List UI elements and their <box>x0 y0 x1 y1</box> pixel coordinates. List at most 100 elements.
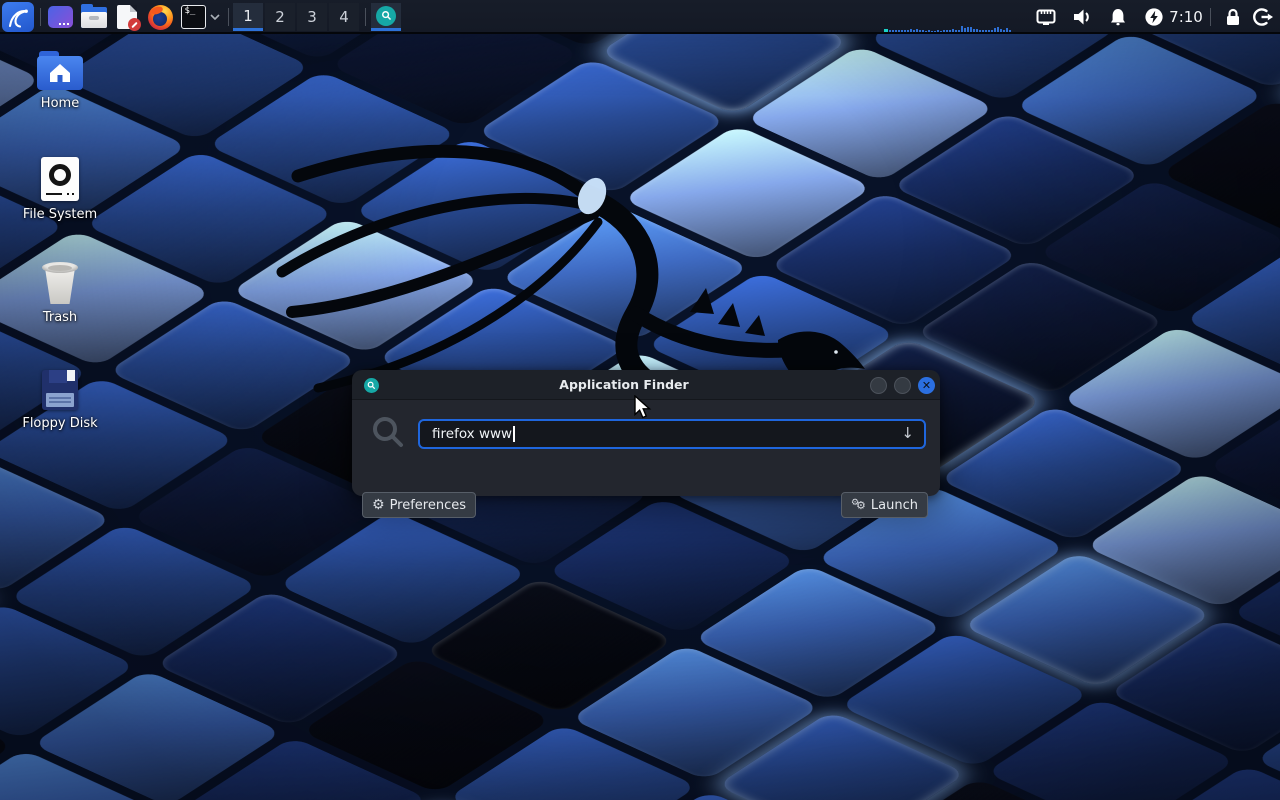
ethernet-icon <box>1035 6 1057 28</box>
desktop-icon-label: Home <box>12 96 108 111</box>
magnifier-icon <box>370 414 406 450</box>
cpu-bar <box>976 29 978 32</box>
desktop-launcher[interactable] <box>46 3 74 31</box>
home-folder-icon <box>37 56 83 90</box>
cpu-bar <box>925 31 927 32</box>
cpu-bar <box>982 30 984 32</box>
terminal-launcher[interactable]: $_ <box>178 3 208 31</box>
preferences-button[interactable]: ⚙ Preferences <box>362 492 476 518</box>
desktop-icon-label: File System <box>12 207 108 222</box>
folder-icon <box>81 7 107 28</box>
workspace-button-2[interactable]: 2 <box>265 3 295 31</box>
cpu-bar <box>997 27 999 32</box>
cpu-bar <box>943 30 945 32</box>
workspace-button-1[interactable]: 1 <box>233 3 263 31</box>
desktop-icon-label: Trash <box>12 310 108 325</box>
cpu-bar <box>919 30 921 32</box>
run-gears-icon: ⚙⚙ <box>851 498 866 513</box>
desktop-icon-label: Floppy Disk <box>12 416 108 431</box>
cpu-bar <box>904 30 906 32</box>
cpu-bar <box>913 30 915 32</box>
panel-separator <box>40 8 41 26</box>
cpu-bar <box>955 30 957 32</box>
cpu-bar <box>991 30 993 32</box>
firefox-icon <box>148 5 173 30</box>
bell-icon <box>1107 6 1129 28</box>
lock-screen-button[interactable] <box>1220 3 1246 31</box>
cpu-bar <box>988 30 990 32</box>
cpu-bar <box>970 27 972 32</box>
cpu-bar <box>916 29 918 32</box>
network-tray[interactable] <box>1034 3 1058 31</box>
cpu-bar <box>946 30 948 32</box>
maximize-button[interactable] <box>894 377 911 394</box>
desktop-screen: Home File System Trash Floppy Disk <box>0 0 1280 800</box>
firefox-launcher[interactable] <box>146 3 174 31</box>
kali-dragon-icon <box>6 5 30 29</box>
cpu-load-graph[interactable] <box>884 25 1024 32</box>
desktop-icon-file-system[interactable]: File System <box>12 157 108 222</box>
file-manager-launcher[interactable] <box>80 3 108 31</box>
floppy-disk-icon <box>42 370 78 410</box>
launch-button[interactable]: ⚙⚙ Launch <box>841 492 928 518</box>
panel-separator <box>365 8 366 26</box>
cpu-bar <box>898 30 900 32</box>
padlock-icon <box>1222 6 1244 28</box>
cpu-bar <box>922 30 924 32</box>
taskbar-application-finder[interactable] <box>371 3 401 31</box>
cpu-bar <box>973 29 975 32</box>
cpu-bar <box>1009 30 1011 32</box>
workspace-button-3[interactable]: 3 <box>297 3 327 31</box>
app-finder-icon <box>376 6 396 26</box>
top-panel: $_ 1 2 3 4 <box>0 0 1280 34</box>
gear-icon: ⚙ <box>372 498 385 512</box>
search-input[interactable]: firefox www ↓ <box>418 419 926 449</box>
volume-tray[interactable] <box>1070 3 1094 31</box>
purple-desktop-icon <box>48 6 73 28</box>
trash-bin-icon <box>41 262 79 304</box>
drive-icon <box>41 157 79 201</box>
cpu-bar <box>979 30 981 32</box>
cpu-bar <box>1006 28 1008 32</box>
desktop-icon-floppy[interactable]: Floppy Disk <box>12 370 108 431</box>
panel-separator <box>1210 8 1211 26</box>
cpu-bar <box>952 29 954 32</box>
cpu-bar <box>934 31 936 32</box>
log-out-button[interactable] <box>1250 3 1276 31</box>
cpu-bar <box>928 30 930 32</box>
cpu-bar <box>910 29 912 32</box>
mouse-cursor <box>634 395 652 421</box>
applications-menu-button[interactable] <box>2 2 34 32</box>
down-arrow-icon[interactable]: ↓ <box>901 424 914 442</box>
cpu-bar <box>994 28 996 32</box>
desktop-icon-trash[interactable]: Trash <box>12 262 108 325</box>
cpu-bar <box>931 31 933 32</box>
cpu-bar <box>949 30 951 32</box>
text-caret <box>513 426 515 442</box>
workspace-button-4[interactable]: 4 <box>329 3 359 31</box>
chevron-down-icon <box>210 14 220 20</box>
cpu-bar <box>964 28 966 32</box>
terminal-icon: $_ <box>181 5 206 29</box>
cpu-bar <box>985 30 987 32</box>
notifications-tray[interactable] <box>1106 3 1130 31</box>
cpu-bar <box>937 30 939 32</box>
cpu-bar <box>889 30 891 32</box>
window-title: Application Finder <box>352 370 896 400</box>
cpu-bar <box>940 31 942 32</box>
close-button[interactable]: ✕ <box>918 377 935 394</box>
cpu-bar <box>884 29 888 32</box>
cpu-bar <box>967 27 969 32</box>
cpu-bar <box>907 30 909 32</box>
clock[interactable]: 7:10 <box>1160 3 1212 31</box>
cpu-bar <box>1003 30 1005 32</box>
desktop-icon-home[interactable]: Home <box>12 56 108 111</box>
launcher-dropdown[interactable] <box>208 3 222 31</box>
minimize-button[interactable] <box>870 377 887 394</box>
search-query-text: firefox www <box>432 426 512 442</box>
cpu-bar <box>901 30 903 32</box>
text-editor-launcher[interactable] <box>113 3 141 31</box>
cpu-bar <box>958 30 960 32</box>
speaker-icon <box>1071 6 1093 28</box>
cpu-bar <box>961 26 963 32</box>
